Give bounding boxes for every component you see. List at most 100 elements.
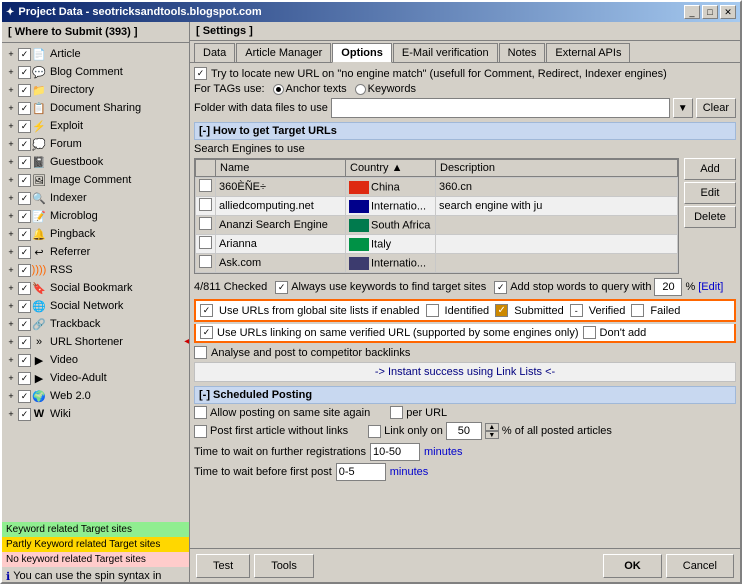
check-image[interactable]: ✓ (18, 174, 31, 187)
close-button[interactable]: ✕ (720, 5, 736, 19)
tree-item-url-shortener[interactable]: + ✓ » URL Shortener ◄ (2, 333, 189, 351)
table-row[interactable]: alliedcomputing.net Internatio... search… (196, 197, 678, 216)
check-referrer[interactable]: ✓ (18, 246, 31, 259)
check-video[interactable]: ✓ (18, 354, 31, 367)
check-directory[interactable]: ✓ (18, 84, 31, 97)
link-only-check[interactable] (368, 425, 381, 438)
check-doc[interactable]: ✓ (18, 102, 31, 115)
check-va[interactable]: ✓ (18, 372, 31, 385)
table-row[interactable]: Ananzi Search Engine South Africa (196, 216, 678, 235)
tree-item-pingback[interactable]: + ✓ 🔔 Pingback (2, 225, 189, 243)
analyse-check[interactable] (194, 346, 207, 359)
tab-notes[interactable]: Notes (499, 43, 546, 62)
clear-button[interactable]: Clear (696, 98, 736, 118)
table-row[interactable]: Arianna Italy (196, 235, 678, 254)
maximize-button[interactable]: □ (702, 5, 718, 19)
check-guestbook[interactable]: ✓ (18, 156, 31, 169)
check-exploit[interactable]: ✓ (18, 120, 31, 133)
tab-article-manager[interactable]: Article Manager (236, 43, 331, 62)
check-sb[interactable]: ✓ (18, 282, 31, 295)
table-row[interactable]: 360ÈÑE÷ China 360.cn (196, 178, 678, 197)
edit-link[interactable]: [Edit] (698, 281, 723, 293)
edit-button[interactable]: Edit (684, 182, 736, 204)
ok-button[interactable]: OK (603, 554, 662, 578)
link-only-input[interactable] (446, 422, 482, 440)
tab-email[interactable]: E-Mail verification (393, 43, 498, 62)
try-locate-check[interactable]: ✓ (194, 67, 207, 80)
tree-item-article[interactable]: + ✓ 📄 Article (2, 45, 189, 63)
row-check-4[interactable] (199, 255, 212, 268)
post-first-check[interactable] (194, 425, 207, 438)
tab-external-apis[interactable]: External APIs (546, 43, 630, 62)
tree-item-social-network[interactable]: + ✓ 🌐 Social Network (2, 297, 189, 315)
check-blog[interactable]: ✓ (18, 66, 31, 79)
cancel-button[interactable]: Cancel (666, 554, 734, 578)
tree-item-social-bookmark[interactable]: + ✓ 🔖 Social Bookmark (2, 279, 189, 297)
failed-check[interactable] (631, 304, 644, 317)
radio-anchor[interactable]: Anchor texts (273, 83, 347, 95)
check-microblog[interactable]: ✓ (18, 210, 31, 223)
tree-item-image-comment[interactable]: + ✓ 🖼 Image Comment (2, 171, 189, 189)
add-button[interactable]: Add (684, 158, 736, 180)
tree-item-video-adult[interactable]: + ✓ ▶ Video-Adult (2, 369, 189, 387)
col-country[interactable]: Country ▲ (346, 160, 436, 177)
check-rss[interactable]: ✓ (18, 264, 31, 277)
add-stop-words-check[interactable]: ✓ (494, 281, 507, 294)
check-url[interactable]: ✓ (18, 336, 31, 349)
wait-reg-input[interactable] (370, 443, 420, 461)
verified-check[interactable]: - (570, 304, 583, 317)
radio-anchor-btn[interactable] (273, 84, 284, 95)
delete-button[interactable]: Delete (684, 206, 736, 228)
row-check-3[interactable] (199, 236, 212, 249)
folder-input[interactable] (331, 98, 670, 118)
check-sn[interactable]: ✓ (18, 300, 31, 313)
check-pingback[interactable]: ✓ (18, 228, 31, 241)
row-check-1[interactable] (199, 198, 212, 211)
check-forum[interactable]: ✓ (18, 138, 31, 151)
minimize-button[interactable]: _ (684, 5, 700, 19)
tree-item-wiki[interactable]: + ✓ W Wiki (2, 405, 189, 423)
tree-item-video[interactable]: + ✓ ▶ Video (2, 351, 189, 369)
tree-item-exploit[interactable]: + ✓ ⚡ Exploit (2, 117, 189, 135)
col-name[interactable]: Name (216, 160, 346, 177)
test-button[interactable]: Test (196, 554, 250, 578)
tab-data[interactable]: Data (194, 43, 235, 62)
spin-up[interactable]: ▲ (485, 423, 499, 431)
spin-down[interactable]: ▼ (485, 431, 499, 439)
tree-item-forum[interactable]: + ✓ 💭 Forum (2, 135, 189, 153)
tree-item-microblog[interactable]: + ✓ 📝 Microblog (2, 207, 189, 225)
check-trackback[interactable]: ✓ (18, 318, 31, 331)
tree-item-referrer[interactable]: + ✓ ↩ Referrer (2, 243, 189, 261)
submitted-check[interactable]: ✓ (495, 304, 508, 317)
tools-button[interactable]: Tools (254, 554, 314, 578)
tab-options[interactable]: Options (332, 43, 392, 63)
radio-keywords-btn[interactable] (355, 84, 366, 95)
use-urls-linking-check[interactable]: ✓ (200, 326, 213, 339)
folder-browse-button[interactable]: ▼ (673, 98, 693, 118)
check-wiki[interactable]: ✓ (18, 408, 31, 421)
tree-item-guestbook[interactable]: + ✓ 📓 Guestbook (2, 153, 189, 171)
per-url-check[interactable] (390, 406, 403, 419)
wait-post-input[interactable] (336, 463, 386, 481)
tree-item-rss[interactable]: + ✓ )))) RSS (2, 261, 189, 279)
tree-item-directory[interactable]: + ✓ 📁 Directory (2, 81, 189, 99)
tree-item-web20[interactable]: + ✓ 🌍 Web 2.0 (2, 387, 189, 405)
row-check-2[interactable] (199, 217, 212, 230)
dont-add-check[interactable] (583, 326, 596, 339)
tree-item-trackback[interactable]: + ✓ 🔗 Trackback (2, 315, 189, 333)
tree-item-indexer[interactable]: + ✓ 🔍 Indexer (2, 189, 189, 207)
identified-check[interactable] (426, 304, 439, 317)
instant-success-link[interactable]: -> Instant success using Link Lists <- (194, 362, 736, 382)
allow-same-check[interactable] (194, 406, 207, 419)
tree-item-doc-sharing[interactable]: + ✓ 📋 Document Sharing (2, 99, 189, 117)
check-web20[interactable]: ✓ (18, 390, 31, 403)
row-check-0[interactable] (199, 179, 212, 192)
stop-words-num[interactable] (654, 278, 682, 296)
always-keywords-check[interactable]: ✓ (275, 281, 288, 294)
use-global-check[interactable]: ✓ (200, 304, 213, 317)
radio-keywords[interactable]: Keywords (355, 83, 416, 95)
check-indexer[interactable]: ✓ (18, 192, 31, 205)
tree-item-blog-comment[interactable]: + ✓ 💬 Blog Comment (2, 63, 189, 81)
table-row[interactable]: Ask.com Internatio... (196, 254, 678, 273)
check-article[interactable]: ✓ (18, 48, 31, 61)
